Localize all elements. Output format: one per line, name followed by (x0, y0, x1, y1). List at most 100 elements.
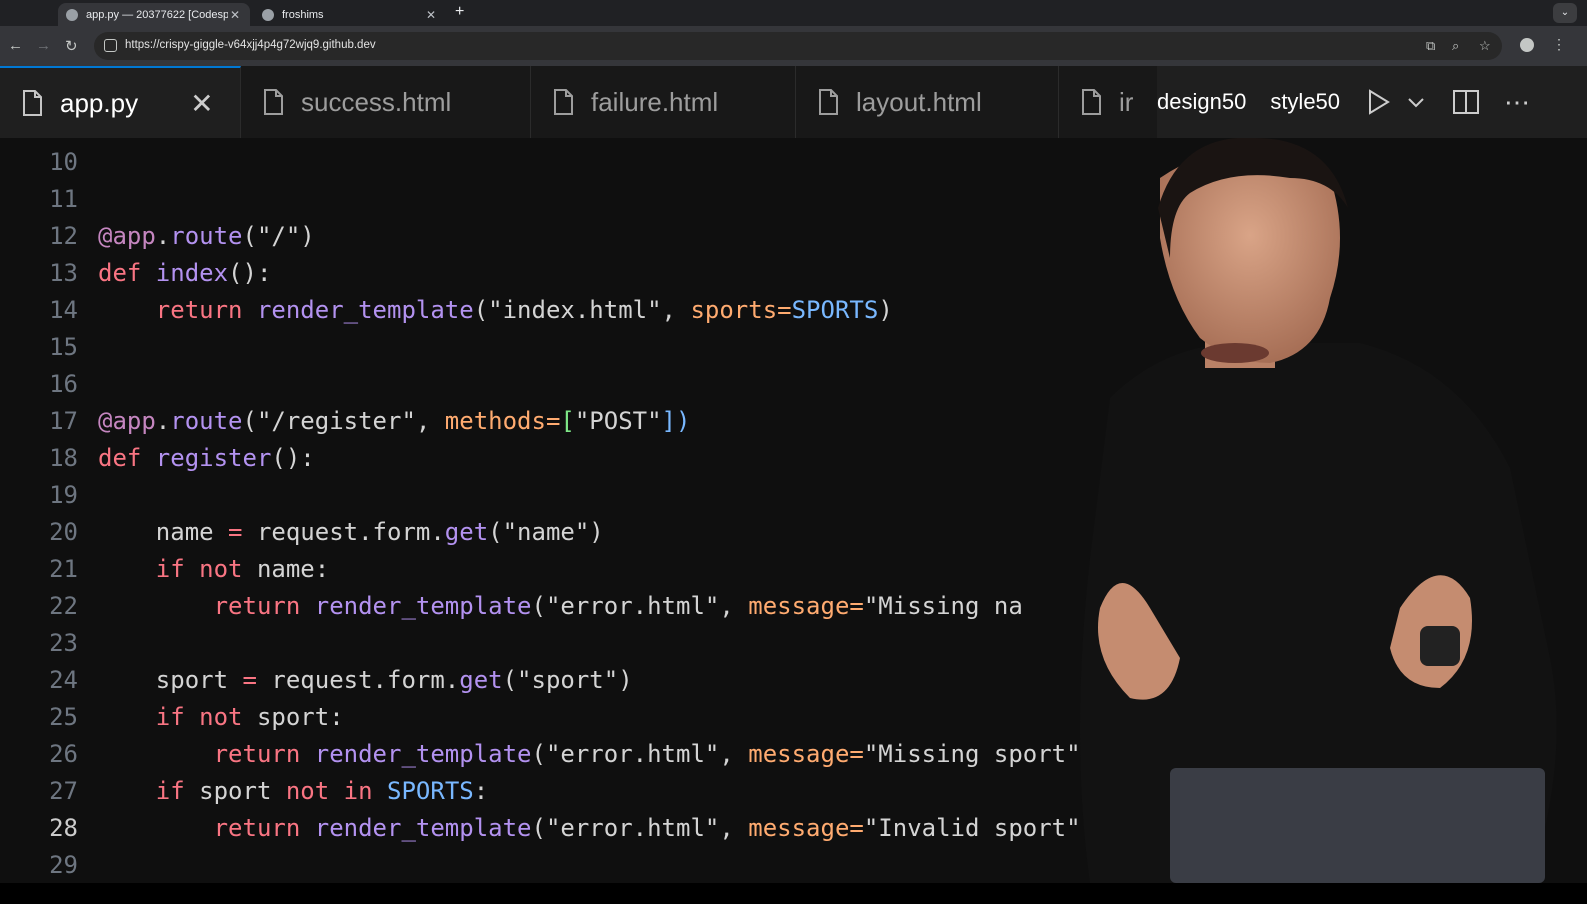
line-number: 13 (49, 259, 78, 287)
forward-icon[interactable]: → (36, 37, 51, 54)
close-icon[interactable]: ✕ (424, 8, 438, 22)
install-icon[interactable]: ⧉ (1426, 38, 1435, 54)
code-line[interactable]: 14 return render_template("index.html", … (0, 292, 893, 329)
code-text: return render_template("index.html", spo… (98, 292, 893, 329)
line-number: 21 (49, 555, 78, 583)
code-line[interactable]: 18 def register(): (0, 440, 315, 477)
tab-layout-html[interactable]: layout.html (796, 66, 1059, 138)
back-icon[interactable]: ← (8, 37, 23, 54)
profile-icon[interactable] (1520, 38, 1534, 52)
code-line[interactable]: 25 if not sport: (0, 699, 344, 736)
code-line[interactable]: 13 def index(): (0, 255, 271, 292)
code-line[interactable]: 26 return render_template("error.html", … (0, 736, 1081, 773)
code-token: = (242, 666, 272, 694)
run-icon[interactable] (1366, 88, 1392, 116)
line-number: 24 (49, 666, 78, 694)
code-token: if not (155, 555, 257, 583)
code-token: def (98, 444, 156, 472)
code-line[interactable]: 20 name = request.form.get("name") (0, 514, 604, 551)
code-token: . (155, 407, 171, 435)
split-editor-icon[interactable] (1452, 88, 1480, 116)
code-line[interactable]: 29 (0, 847, 78, 883)
star-icon[interactable]: ☆ (1479, 38, 1491, 54)
editor-actions: design50 style50 ⋯ (1157, 66, 1530, 138)
code-token: render_template (314, 592, 532, 620)
line-number: 16 (49, 370, 78, 398)
code-line[interactable]: 17 @app.route("/register", methods=["POST… (0, 403, 690, 440)
close-icon[interactable]: ✕ (228, 8, 242, 22)
code-line[interactable]: 22 return render_template("error.html", … (0, 588, 1023, 625)
tab-failure-html[interactable]: failure.html (531, 66, 796, 138)
line-number: 10 (49, 148, 78, 176)
code-token: get (444, 518, 489, 546)
browser-tab-title: app.py — 20377622 [Codesp (86, 8, 228, 21)
code-token: return (213, 740, 315, 768)
code-line[interactable]: 12 @app.route("/") (0, 218, 315, 255)
code-token: ("index.html", (473, 296, 691, 324)
code-token: @app (98, 407, 156, 435)
code-line[interactable]: 19 (0, 477, 78, 514)
code-token: name (98, 518, 229, 546)
line-number: 28 (49, 814, 78, 842)
code-token: render_template (314, 740, 532, 768)
code-token: register (155, 444, 272, 472)
code-line[interactable]: 21 if not name: (0, 551, 329, 588)
tab-success-html[interactable]: success.html (241, 66, 531, 138)
code-line[interactable]: 28 return render_template("error.html", … (0, 810, 1081, 847)
line-number: 27 (49, 777, 78, 805)
code-line[interactable]: 15 (0, 329, 78, 366)
browser-tab-froshims[interactable]: froshims ✕ (254, 3, 446, 26)
url-text[interactable]: https://crispy-giggle-v64xjj4p4g72wjq9.g… (125, 39, 376, 51)
more-actions-icon[interactable]: ⋯ (1504, 87, 1530, 118)
new-tab-button[interactable]: + (455, 3, 464, 21)
code-token: @app (98, 222, 156, 250)
address-bar[interactable]: https://crispy-giggle-v64xjj4p4g72wjq9.g… (94, 32, 1502, 60)
line-number: 18 (49, 444, 78, 472)
tab-label: success.html (301, 86, 452, 117)
code-token: : (473, 777, 489, 805)
code-line[interactable]: 10 (0, 144, 78, 181)
code-token: message= (748, 740, 864, 768)
code-token: index (155, 259, 229, 287)
code-token: sports= (690, 296, 792, 324)
chevron-down-icon[interactable] (1406, 92, 1426, 112)
code-line[interactable]: 27 if sport not in SPORTS: (0, 773, 488, 810)
code-token: route (170, 407, 243, 435)
zoom-icon[interactable]: ⌕ (1452, 38, 1459, 54)
design50-button[interactable]: design50 (1157, 89, 1246, 115)
site-settings-icon[interactable] (104, 39, 117, 52)
style50-button[interactable]: style50 (1270, 89, 1340, 115)
code-line[interactable]: 23 (0, 625, 78, 662)
file-icon (819, 89, 838, 115)
code-line[interactable]: 24 sport = request.form.get("sport") (0, 662, 633, 699)
line-number: 23 (49, 629, 78, 657)
code-token: ("name") (488, 518, 604, 546)
code-token: ("/register", (242, 407, 445, 435)
code-token: sport: (256, 703, 344, 731)
tab-index-html[interactable]: ir (1059, 66, 1157, 138)
presenter-video (1080, 138, 1557, 883)
close-icon[interactable]: ✕ (190, 87, 213, 120)
menu-icon[interactable]: ⋮ (1552, 36, 1566, 53)
reload-icon[interactable]: ↻ (65, 37, 78, 55)
file-icon (264, 89, 283, 115)
line-number: 15 (49, 333, 78, 361)
code-line[interactable]: 11 (0, 181, 78, 218)
code-token: "POST" (574, 407, 662, 435)
code-token: return (213, 592, 315, 620)
tab-app-py[interactable]: app.py ✕ (0, 66, 241, 138)
code-token: SPORTS (387, 777, 474, 805)
code-token: route (170, 222, 243, 250)
code-token: [ (560, 407, 575, 435)
browser-toolbar: ← → ↻ https://crispy-giggle-v64xjj4p4g72… (0, 26, 1587, 66)
code-line[interactable]: 16 (0, 366, 78, 403)
file-icon (1082, 89, 1101, 115)
tab-search-icon[interactable]: ⌄ (1553, 3, 1577, 23)
code-token: = (228, 518, 257, 546)
browser-tab-app-py[interactable]: app.py — 20377622 [Codesp ✕ (58, 3, 250, 26)
code-token: ("error.html", (531, 814, 749, 842)
